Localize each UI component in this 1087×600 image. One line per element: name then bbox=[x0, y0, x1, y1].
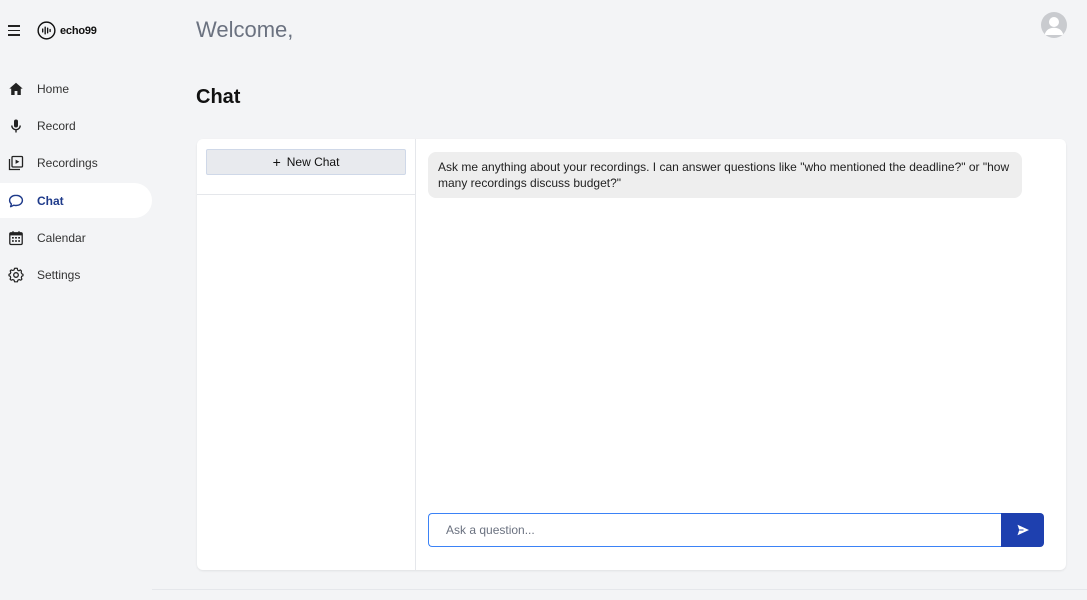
footer-divider bbox=[152, 589, 1087, 590]
microphone-icon bbox=[8, 118, 24, 134]
brand-logo[interactable]: echo99 bbox=[37, 21, 97, 40]
chat-history-panel: + New Chat bbox=[197, 139, 416, 570]
assistant-message: Ask me anything about your recordings. I… bbox=[428, 152, 1022, 198]
hamburger-menu-icon[interactable] bbox=[6, 21, 24, 39]
gear-icon bbox=[8, 267, 24, 283]
question-input[interactable] bbox=[428, 513, 1001, 547]
home-icon bbox=[8, 81, 24, 97]
page-title: Chat bbox=[196, 86, 241, 108]
sidebar-item-home[interactable]: Home bbox=[0, 71, 152, 106]
sidebar-item-label: Chat bbox=[37, 193, 64, 208]
chat-input-row bbox=[428, 513, 1044, 547]
chat-card: + New Chat Ask me anything about your re… bbox=[197, 139, 1066, 570]
audio-wave-logo-icon bbox=[37, 21, 56, 40]
sidebar-item-label: Settings bbox=[37, 268, 81, 283]
calendar-icon bbox=[8, 230, 24, 246]
app-root: echo99 Home Record Recordings Chat Calen… bbox=[0, 0, 1087, 600]
sidebar: echo99 Home Record Recordings Chat Calen… bbox=[0, 0, 152, 600]
welcome-heading: Welcome, bbox=[196, 17, 294, 42]
send-icon bbox=[1017, 524, 1029, 536]
plus-icon: + bbox=[272, 154, 281, 170]
sidebar-item-record[interactable]: Record bbox=[0, 108, 152, 143]
sidebar-nav: Home Record Recordings Chat Calendar Set… bbox=[0, 71, 152, 295]
sidebar-item-calendar[interactable]: Calendar bbox=[0, 221, 152, 256]
sidebar-item-label: Recordings bbox=[37, 156, 98, 171]
sidebar-item-label: Home bbox=[37, 81, 70, 96]
chat-bubble-icon bbox=[8, 193, 24, 209]
new-chat-label: New Chat bbox=[286, 155, 340, 169]
brand-name: echo99 bbox=[60, 24, 97, 37]
play-library-icon bbox=[8, 155, 24, 171]
user-avatar-icon[interactable] bbox=[1041, 12, 1067, 38]
sidebar-header: echo99 bbox=[0, 18, 152, 44]
sidebar-item-recordings[interactable]: Recordings bbox=[0, 146, 152, 181]
avatar-silhouette bbox=[1044, 17, 1064, 35]
new-chat-button[interactable]: + New Chat bbox=[206, 149, 406, 175]
divider bbox=[197, 194, 416, 195]
sidebar-item-chat[interactable]: Chat bbox=[0, 183, 152, 219]
send-button[interactable] bbox=[1001, 513, 1044, 547]
sidebar-item-label: Record bbox=[37, 118, 76, 133]
sidebar-item-settings[interactable]: Settings bbox=[0, 258, 152, 293]
chat-conversation-pane: Ask me anything about your recordings. I… bbox=[416, 139, 1066, 570]
sidebar-item-label: Calendar bbox=[37, 231, 86, 246]
